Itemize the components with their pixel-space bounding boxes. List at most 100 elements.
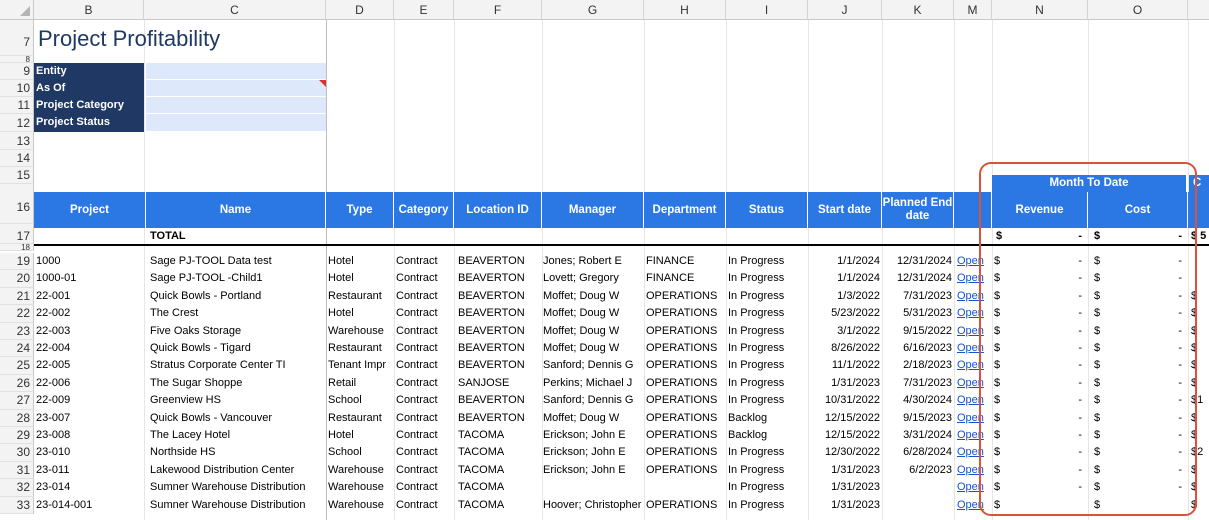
col-header-n[interactable]: N bbox=[992, 0, 1088, 20]
row-header[interactable]: 18 bbox=[0, 244, 34, 252]
header-status[interactable]: Status bbox=[726, 192, 808, 228]
as-of-field[interactable] bbox=[146, 80, 326, 97]
header-location-id[interactable]: Location ID bbox=[454, 192, 542, 228]
row-header[interactable]: 16 bbox=[0, 184, 34, 224]
row-header[interactable]: 24 bbox=[0, 340, 34, 358]
cell-project: 23-014-001 bbox=[36, 498, 93, 511]
header-start-date[interactable]: Start date bbox=[808, 192, 882, 228]
highlight-box bbox=[979, 162, 1197, 516]
cell-name: Lakewood Distribution Center bbox=[150, 463, 295, 476]
row-header[interactable]: 12 bbox=[0, 114, 34, 132]
header-name[interactable]: Name bbox=[146, 192, 326, 228]
cell-manager: Moffet; Doug W bbox=[543, 324, 620, 337]
col-header-i[interactable]: I bbox=[726, 0, 808, 20]
row-header[interactable]: 25 bbox=[0, 357, 34, 375]
row-header[interactable]: 26 bbox=[0, 374, 34, 393]
row-header[interactable]: 21 bbox=[0, 287, 34, 306]
row-header[interactable]: 17 bbox=[0, 224, 34, 244]
select-all-corner[interactable] bbox=[0, 0, 34, 20]
cell-status: In Progress bbox=[728, 394, 785, 407]
cell-status: In Progress bbox=[728, 376, 785, 389]
row-header[interactable]: 23 bbox=[0, 322, 34, 340]
cell-location-id: BEAVERTON bbox=[458, 411, 525, 424]
row-header[interactable]: 14 bbox=[0, 150, 34, 167]
col-header-k[interactable]: K bbox=[882, 0, 954, 20]
cell-department: OPERATIONS bbox=[646, 324, 718, 337]
col-header-d[interactable]: D bbox=[326, 0, 394, 20]
cell-department: OPERATIONS bbox=[646, 498, 718, 511]
cell-category: Contract bbox=[396, 498, 438, 511]
cell-name: The Crest bbox=[150, 307, 199, 320]
cell-manager: Jones; Robert E bbox=[543, 255, 622, 267]
project-category-field[interactable] bbox=[146, 97, 326, 114]
cell-department: OPERATIONS bbox=[646, 394, 718, 407]
cell-department: OPERATIONS bbox=[646, 289, 718, 302]
cell-location-id: SANJOSE bbox=[458, 376, 510, 389]
col-header-o[interactable]: O bbox=[1088, 0, 1188, 20]
header-manager[interactable]: Manager bbox=[542, 192, 644, 228]
cell-manager bbox=[543, 479, 644, 496]
cell-project: 22-002 bbox=[36, 307, 71, 320]
cell-type: Warehouse bbox=[328, 463, 384, 476]
row-header[interactable]: 33 bbox=[0, 496, 34, 514]
header-type[interactable]: Type bbox=[326, 192, 394, 228]
row-header[interactable]: 22 bbox=[0, 305, 34, 323]
project-status-field[interactable] bbox=[146, 114, 326, 132]
col-header-h[interactable]: H bbox=[644, 0, 726, 20]
cell-type: Hotel bbox=[328, 307, 354, 320]
cell-location-id: BEAVERTON bbox=[458, 342, 525, 354]
row-header[interactable]: 15 bbox=[0, 167, 34, 184]
col-header-g[interactable]: G bbox=[542, 0, 644, 20]
cell-planned-end-date: 12/31/2024 bbox=[896, 255, 952, 267]
row-header[interactable]: 13 bbox=[0, 132, 34, 150]
col-header-b[interactable]: B bbox=[34, 0, 144, 20]
cell-planned-end-date bbox=[882, 497, 952, 514]
col-header-j[interactable]: J bbox=[808, 0, 882, 20]
cell-name: Five Oaks Storage bbox=[150, 324, 242, 337]
row-header[interactable]: 7 bbox=[0, 20, 34, 56]
row-header[interactable]: 29 bbox=[0, 427, 34, 445]
cell-name: Quick Bowls - Tigard bbox=[150, 342, 251, 354]
filter-label-entity: Entity bbox=[34, 63, 144, 80]
row-header[interactable]: 28 bbox=[0, 409, 34, 427]
row-header[interactable]: 11 bbox=[0, 97, 34, 114]
col-header-e[interactable]: E bbox=[394, 0, 454, 20]
row-header[interactable]: 30 bbox=[0, 444, 34, 462]
col-header-m[interactable]: M bbox=[954, 0, 992, 20]
cell-start-date: 10/31/2022 bbox=[824, 394, 880, 407]
cell-type: Hotel bbox=[328, 272, 354, 285]
cell-type: Tenant Impr bbox=[328, 359, 387, 372]
entity-field[interactable] bbox=[146, 63, 326, 80]
cell-project: 22-006 bbox=[36, 376, 71, 389]
col-header-next[interactable] bbox=[1188, 0, 1209, 20]
header-department[interactable]: Department bbox=[644, 192, 726, 228]
cell-type: Restaurant bbox=[328, 289, 382, 302]
header-category[interactable]: Category bbox=[394, 192, 454, 228]
cell-location-id: TACOMA bbox=[458, 498, 505, 511]
col-header-f[interactable]: F bbox=[454, 0, 542, 20]
cell-start-date: 1/31/2023 bbox=[831, 463, 880, 476]
cell-start-date: 1/31/2023 bbox=[831, 481, 880, 494]
row-header[interactable]: 10 bbox=[0, 80, 34, 97]
cell-type: Restaurant bbox=[328, 411, 382, 424]
row-header[interactable]: 19 bbox=[0, 253, 34, 271]
row-header[interactable]: 32 bbox=[0, 479, 34, 497]
row-header[interactable]: 9 bbox=[0, 63, 34, 80]
row-header[interactable]: 20 bbox=[0, 270, 34, 288]
cell-status: Backlog bbox=[728, 429, 768, 441]
cell-category: Contract bbox=[396, 411, 438, 424]
cell-department bbox=[646, 479, 726, 496]
cell-category: Contract bbox=[396, 429, 438, 441]
page-title: Project Profitability bbox=[38, 26, 221, 51]
cell-name: Greenview HS bbox=[150, 394, 221, 407]
header-project[interactable]: Project bbox=[34, 192, 146, 228]
row-header[interactable]: 27 bbox=[0, 392, 34, 410]
cell-project: 22-003 bbox=[36, 324, 71, 337]
row-header[interactable]: 31 bbox=[0, 461, 34, 480]
row-header[interactable]: 8 bbox=[0, 56, 34, 64]
cell-start-date: 12/15/2022 bbox=[824, 411, 880, 424]
cell-manager: Moffet; Doug W bbox=[543, 342, 620, 354]
filter-label-project-category: Project Category bbox=[34, 97, 144, 114]
header-planned-end-date[interactable]: Planned End date bbox=[882, 192, 954, 228]
col-header-c[interactable]: C bbox=[144, 0, 326, 20]
